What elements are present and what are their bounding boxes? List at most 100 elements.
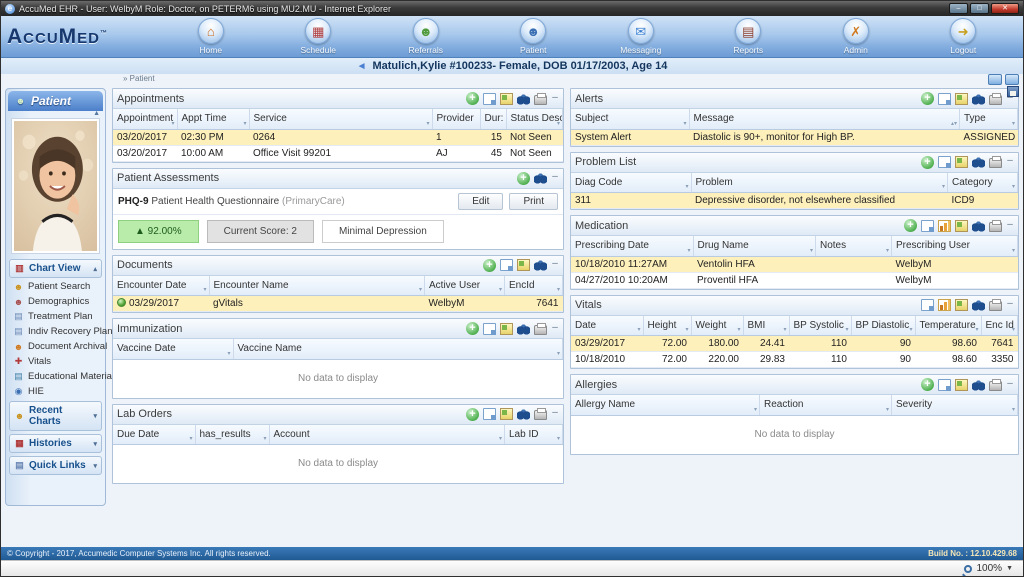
nav-logout[interactable]: ➜ Logout (928, 18, 998, 55)
sidebar-item-demographics[interactable]: ☻ Demographics (8, 294, 103, 309)
document-icon[interactable] (483, 408, 496, 420)
print-button[interactable]: Print (509, 192, 558, 210)
column-header[interactable]: Reaction ▾ (759, 395, 892, 416)
sidebar-section-histories[interactable]: ▦ Histories ▾ (9, 434, 102, 453)
column-header[interactable]: Height ▾ (643, 315, 692, 336)
sidebar-item-educational-materials[interactable]: ▤ Educational Materials (8, 369, 119, 384)
binoculars-icon[interactable] (534, 172, 547, 184)
collapse-icon[interactable]: – (551, 172, 559, 184)
print-icon[interactable] (534, 408, 547, 420)
sidebar-item-indiv-recovery-plan[interactable]: ▤ Indiv Recovery Plan (8, 324, 112, 339)
column-header[interactable]: Dur: (480, 109, 507, 130)
column-header[interactable]: Weight ▾ (691, 315, 744, 336)
collapse-icon[interactable]: – (1006, 219, 1014, 232)
column-header[interactable]: Encounter Date ▾ (113, 275, 210, 296)
column-header[interactable]: Problem ▾ (691, 172, 948, 193)
column-header[interactable]: Due Date ▾ (113, 424, 196, 445)
binoculars-icon[interactable] (972, 219, 985, 232)
collapse-icon[interactable]: – (551, 259, 559, 271)
table-row[interactable]: 03/29/2017 gVitals WelbyM 7641 (113, 295, 563, 312)
table-row[interactable]: 03/20/2017 10:00 AM Office Visit 99201 AJ … (113, 145, 563, 162)
maximize-button[interactable]: □ (970, 3, 989, 14)
document-icon[interactable] (938, 156, 951, 168)
edit-button[interactable]: Edit (458, 192, 504, 210)
column-header[interactable]: Enc Id ▾ (981, 315, 1018, 336)
nav-admin[interactable]: ✗ Admin (821, 18, 891, 55)
export-icon[interactable] (955, 299, 968, 311)
sidebar-scroll-up-icon[interactable]: ▲ (8, 110, 103, 117)
table-row[interactable]: 10/18/2010 11:27AM Ventolin HFA WelbyM (571, 256, 1018, 273)
print-icon[interactable] (989, 219, 1002, 232)
close-button[interactable]: ✕ (991, 3, 1019, 14)
sidebar-item-document-archival[interactable]: ☻ Document Archival (8, 339, 107, 354)
add-icon[interactable] (483, 258, 496, 272)
column-header[interactable]: Severity ▾ (891, 395, 1018, 416)
binoculars-icon[interactable] (517, 92, 530, 105)
zoom-dropdown-icon[interactable]: ▼ (1006, 565, 1013, 572)
column-header[interactable]: BP Systolic ▾ (789, 315, 852, 336)
binoculars-icon[interactable] (972, 378, 985, 391)
column-header[interactable]: Message ▴▾ (689, 109, 960, 130)
nav-messaging[interactable]: ✉ Messaging (606, 18, 676, 55)
document-icon[interactable] (921, 219, 934, 232)
column-header[interactable]: Appt Time ▾ (177, 109, 250, 130)
add-icon[interactable] (466, 92, 479, 105)
add-icon[interactable] (904, 219, 917, 232)
export-icon[interactable] (955, 219, 968, 232)
layout-toggle-2-icon[interactable] (1005, 74, 1019, 85)
minimize-button[interactable]: – (949, 3, 968, 14)
table-row[interactable]: System Alert Diastolic is 90+, monitor f… (571, 129, 1018, 146)
column-header[interactable]: Subject ▾ (571, 109, 690, 130)
collapse-icon[interactable]: – (551, 322, 559, 335)
back-arrow-icon[interactable]: ◄ (357, 61, 367, 72)
sidebar-section-quick-links[interactable]: ▤ Quick Links ▾ (9, 456, 102, 475)
sidebar-item-treatment-plan[interactable]: ▤ Treatment Plan (8, 309, 103, 324)
sidebar-item-hie[interactable]: ◉ HIE (8, 384, 103, 399)
print-icon[interactable] (534, 322, 547, 335)
nav-schedule[interactable]: ▦ Schedule (283, 18, 353, 55)
column-header[interactable]: BMI ▾ (743, 315, 790, 336)
column-header[interactable]: Encounter Name ▾ (209, 275, 425, 296)
add-icon[interactable] (466, 322, 479, 335)
column-header[interactable]: BP Diastolic ▾ (851, 315, 916, 336)
chart-icon[interactable] (938, 219, 951, 232)
column-header[interactable]: Account ▾ (269, 424, 505, 445)
column-header[interactable]: Notes ▾ (815, 236, 892, 257)
print-icon[interactable] (534, 92, 547, 105)
breadcrumb[interactable]: » Patient (123, 74, 155, 83)
add-icon[interactable] (921, 378, 934, 391)
chart-icon[interactable] (938, 299, 951, 311)
binoculars-icon[interactable] (972, 299, 985, 311)
nav-reports[interactable]: ▤ Reports (713, 18, 783, 55)
document-icon[interactable] (921, 299, 934, 311)
table-row[interactable]: 03/20/2017 02:30 PM 0264 1 15 Not Seen (113, 129, 563, 146)
export-icon[interactable] (955, 378, 968, 391)
collapse-icon[interactable]: – (1006, 299, 1014, 311)
column-header[interactable]: Diag Code ▾ (571, 172, 692, 193)
column-header[interactable]: Vaccine Date ▾ (113, 339, 234, 360)
table-row[interactable]: 03/29/2017 72.00 180.00 24.41 110 90 98.60 7… (571, 335, 1018, 352)
document-icon[interactable] (938, 378, 951, 391)
column-header[interactable]: Vaccine Name ▾ (233, 339, 563, 360)
column-header[interactable]: Type ▾ (959, 109, 1018, 130)
save-icon[interactable] (1007, 86, 1019, 97)
collapse-icon[interactable]: – (1006, 156, 1014, 168)
export-icon[interactable] (955, 156, 968, 168)
column-header[interactable]: Service ▾ (249, 109, 433, 130)
column-header[interactable]: EncId ▾ (504, 275, 563, 296)
add-icon[interactable] (517, 171, 530, 185)
column-header[interactable]: Prescribing User ▾ (891, 236, 1018, 257)
table-row[interactable]: 04/27/2010 10:20AM Proventil HFA WelbyM (571, 272, 1018, 289)
print-icon[interactable] (989, 378, 1002, 391)
export-icon[interactable] (500, 408, 513, 420)
export-icon[interactable] (517, 259, 530, 271)
column-header[interactable]: Appointment ▾ (113, 109, 178, 130)
binoculars-icon[interactable] (534, 259, 547, 271)
print-icon[interactable] (989, 299, 1002, 311)
add-icon[interactable] (921, 92, 934, 105)
collapse-icon[interactable]: – (551, 92, 559, 105)
sidebar-patient-header[interactable]: ☻ Patient (8, 91, 103, 111)
export-icon[interactable] (500, 322, 513, 335)
table-row[interactable]: 311 Depressive disorder, not elsewhere c… (571, 192, 1018, 209)
export-icon[interactable] (500, 92, 513, 105)
